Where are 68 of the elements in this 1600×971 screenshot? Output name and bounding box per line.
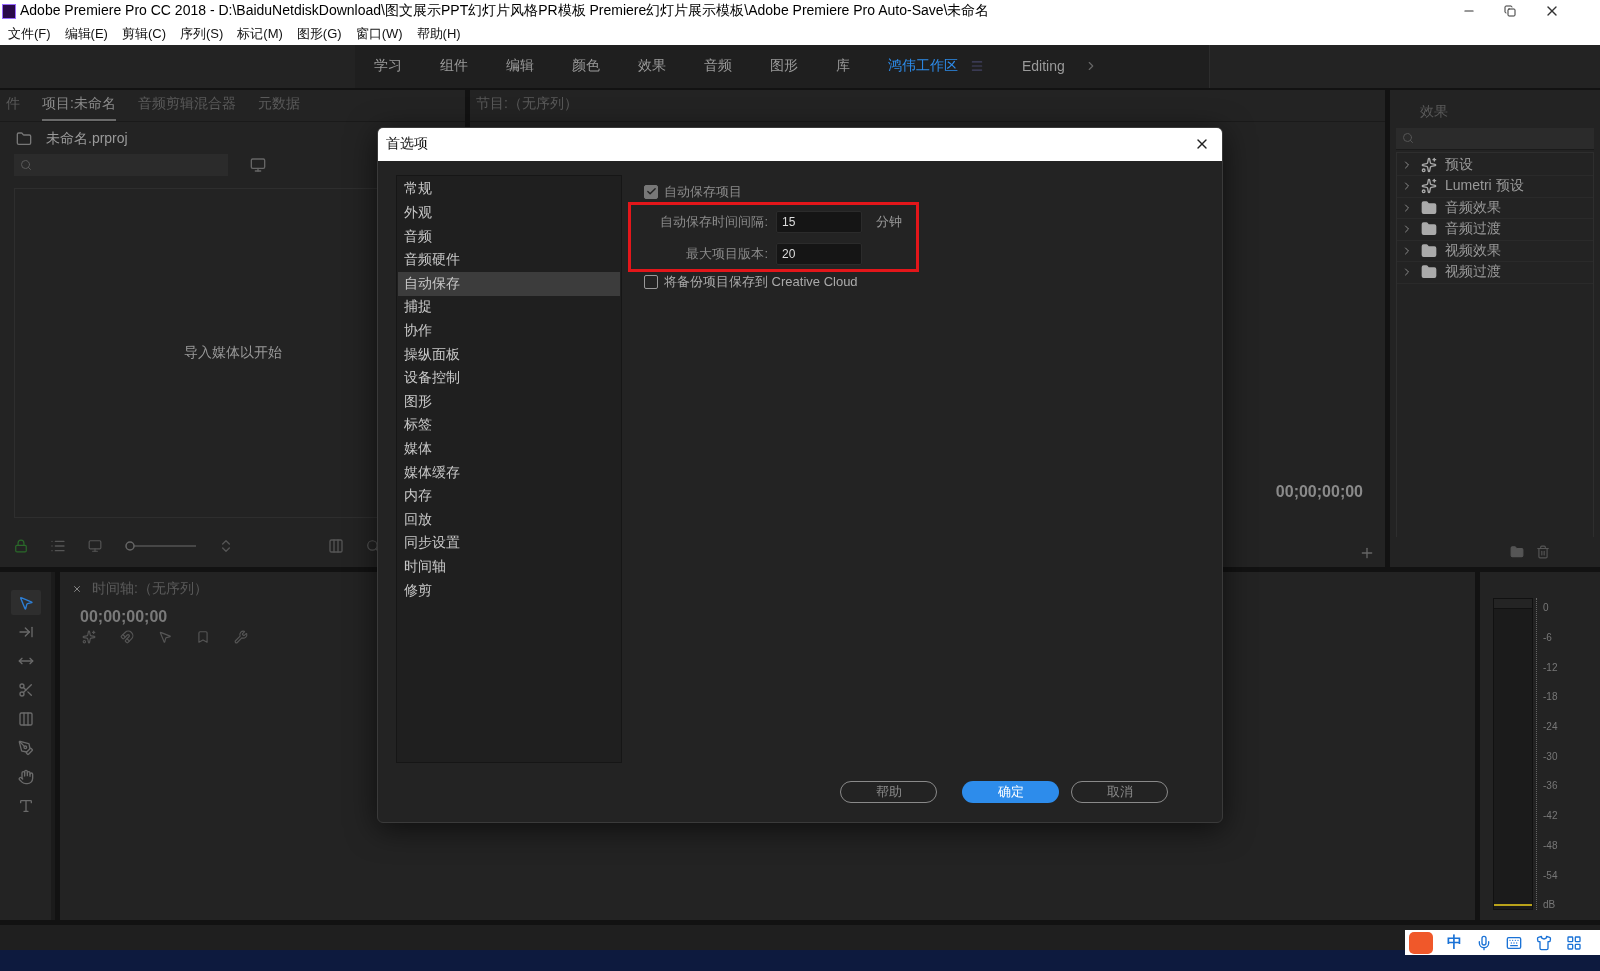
menu-item[interactable]: 帮助(H) (416, 24, 461, 43)
workspace-tab[interactable]: 学习 (355, 57, 421, 76)
meter-scale-label: dB (1542, 899, 1557, 911)
workspace-tab[interactable]: 组件 (421, 57, 487, 76)
panel-tab[interactable]: 项目:未命名 (42, 89, 116, 122)
category-item[interactable]: 音频硬件 (398, 248, 620, 272)
menu-item[interactable]: 窗口(W) (355, 24, 403, 43)
category-item[interactable]: 设备控制 (398, 366, 620, 390)
category-item[interactable]: 内存 (398, 484, 620, 508)
checkbox-label: 自动保存项目 (664, 182, 742, 201)
menu-item[interactable]: 标记(M) (237, 24, 283, 43)
meter-scale-label: 0 (1542, 602, 1550, 614)
field-label: 最大项目版本: (685, 244, 768, 263)
number-field[interactable]: 15 (776, 210, 862, 233)
category-item[interactable]: 媒体 (398, 437, 620, 461)
category-item[interactable]: 音频 (398, 224, 620, 249)
menu-item[interactable]: 图形(G) (296, 24, 342, 43)
effects-tree-item[interactable]: 音频过渡 (1397, 219, 1593, 241)
meter-scale-label: -24 (1542, 720, 1558, 732)
project-file-name: 未命名.prproj (46, 129, 128, 148)
menu-item[interactable]: 文件(F) (8, 24, 51, 43)
category-item[interactable]: 图形 (398, 390, 620, 414)
effects-tree-item[interactable]: 视频效果 (1397, 240, 1593, 263)
category-item[interactable]: 外观 (398, 201, 620, 225)
workspace-tab[interactable]: 鸿伟工作区 (869, 57, 1003, 76)
category-item[interactable]: 时间轴 (398, 555, 620, 579)
ime-mode[interactable]: 中 (1447, 933, 1462, 952)
meter-scale-label: -30 (1542, 750, 1558, 762)
category-item[interactable]: 媒体缓存 (398, 460, 620, 485)
workspace-tab[interactable]: 颜色 (553, 57, 619, 76)
category-item[interactable]: 自动保存 (398, 272, 620, 296)
field-label: 自动保存时间间隔: (659, 212, 768, 231)
workspace-tab[interactable]: Editing (1003, 58, 1084, 75)
empty-hint: 导入媒体以开始 (183, 343, 282, 362)
window-title: Adobe Premiere Pro CC 2018 - D:\BaiduNetdiskDownload\图文展示PPT幻灯片风格PR模板 Premiere幻灯片展示模板\Adobe Premiere Pro Auto-Save\未命名 (20, 2, 991, 21)
category-item[interactable]: 修剪 (398, 578, 620, 603)
category-item[interactable]: 回放 (398, 507, 620, 532)
category-item[interactable]: 常规 (398, 177, 620, 202)
workspace-tab[interactable]: 编辑 (487, 57, 553, 76)
category-item[interactable]: 标签 (398, 413, 620, 438)
workspace-tab[interactable]: 音频 (685, 57, 751, 76)
program-timecode: 00;00;00;00 (1275, 483, 1363, 502)
meter-scale-label: -54 (1542, 869, 1558, 881)
workspace-tab[interactable]: 图形 (751, 57, 817, 76)
timeline-timecode: 00;00;00;00 (80, 608, 168, 626)
unit-label: 分钟 (875, 212, 902, 231)
category-item[interactable]: 捕捉 (398, 295, 620, 320)
meter-scale-label: -42 (1542, 810, 1558, 822)
number-field[interactable]: 20 (776, 242, 862, 265)
menu-item[interactable]: 序列(S) (180, 24, 224, 43)
meter-scale-label: -48 (1542, 839, 1558, 851)
category-item[interactable]: 同步设置 (398, 531, 620, 556)
category-item[interactable]: 协作 (398, 319, 620, 343)
checkbox-label: 将备份项目保存到 Creative Cloud (664, 272, 858, 291)
effects-tree-item[interactable]: 音频效果 (1397, 197, 1593, 220)
effects-tree-item[interactable]: Lumetri 预设 (1397, 176, 1593, 198)
effects-tree-item[interactable]: 预设 (1397, 154, 1593, 177)
menu-item[interactable]: 剪辑(C) (121, 24, 166, 43)
effects-tree-item[interactable]: 视频过渡 (1397, 262, 1593, 284)
meter-scale-label: -12 (1542, 661, 1558, 673)
dialog-title: 首选项 (386, 135, 428, 154)
menu-item[interactable]: 编辑(E) (64, 24, 108, 43)
meter-scale-label: -36 (1542, 780, 1558, 792)
meter-scale-label: -6 (1542, 631, 1553, 643)
workspace-tab[interactable]: 效果 (619, 57, 685, 76)
meter-scale-label: -18 (1542, 691, 1558, 703)
workspace-tab[interactable]: 库 (817, 57, 869, 76)
category-item[interactable]: 操纵面板 (398, 342, 620, 367)
